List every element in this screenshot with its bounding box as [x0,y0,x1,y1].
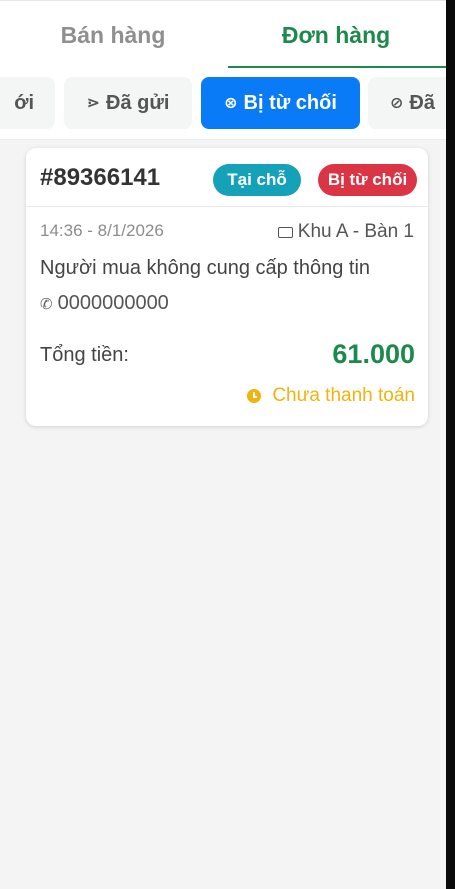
customer-name: Người mua không cung cấp thông tin [40,257,371,279]
app-screen: Bán hàng Đơn hàng ới ⋗ Đã gửi ⊗ Bị từ ch… [0,0,446,889]
order-status-badge: Bị từ chối [318,164,417,196]
check-circle-icon: ⊘ [390,95,404,112]
send-icon: ⋗ [86,95,100,112]
tab-orders[interactable]: Đơn hàng [226,1,446,69]
main-tabs: Bán hàng Đơn hàng [0,0,446,69]
tab-sales[interactable]: Bán hàng [0,1,226,69]
order-id: #89366141 [40,164,161,191]
clock-icon [247,389,262,403]
order-type-badge: Tại chỗ [213,164,301,196]
filter-chip-label: Bị từ chối [243,91,337,114]
filter-chip-new[interactable]: ới [0,77,55,129]
filter-chip-rejected[interactable]: ⊗ Bị từ chối [201,77,360,129]
filter-chip-label: Đã gửi [106,91,170,114]
filter-chip-sent[interactable]: ⋗ Đã gửi [64,77,192,129]
total-value: 61.000 [332,339,415,369]
payment-status-label: Chưa thanh toán [272,385,415,406]
x-circle-icon: ⊗ [224,95,238,112]
total-label: Tổng tiền: [40,344,129,366]
table-location: Khu A - Bàn 1 [277,221,414,243]
screen-edge [446,0,455,889]
card-divider [26,206,428,207]
payment-status: Chưa thanh toán [247,385,415,407]
order-status-filter-bar[interactable]: ới ⋗ Đã gửi ⊗ Bị từ chối ⊘ Đã [0,68,446,140]
table-icon [277,226,293,238]
phone-number: 0000000000 [57,292,169,314]
table-label: Khu A - Bàn 1 [297,221,414,242]
order-card[interactable]: #89366141 Tại chỗ Bị từ chối 14:36 - 8/1… [26,148,428,426]
filter-chip-completed[interactable]: ⊘ Đã [368,77,446,129]
phone-icon: ✆ [40,295,53,313]
filter-chip-label: Đã [409,91,435,114]
order-time: 14:36 - 8/1/2026 [40,221,164,240]
filter-chip-label: ới [14,91,34,114]
customer-phone: ✆ 0000000000 [40,292,169,315]
